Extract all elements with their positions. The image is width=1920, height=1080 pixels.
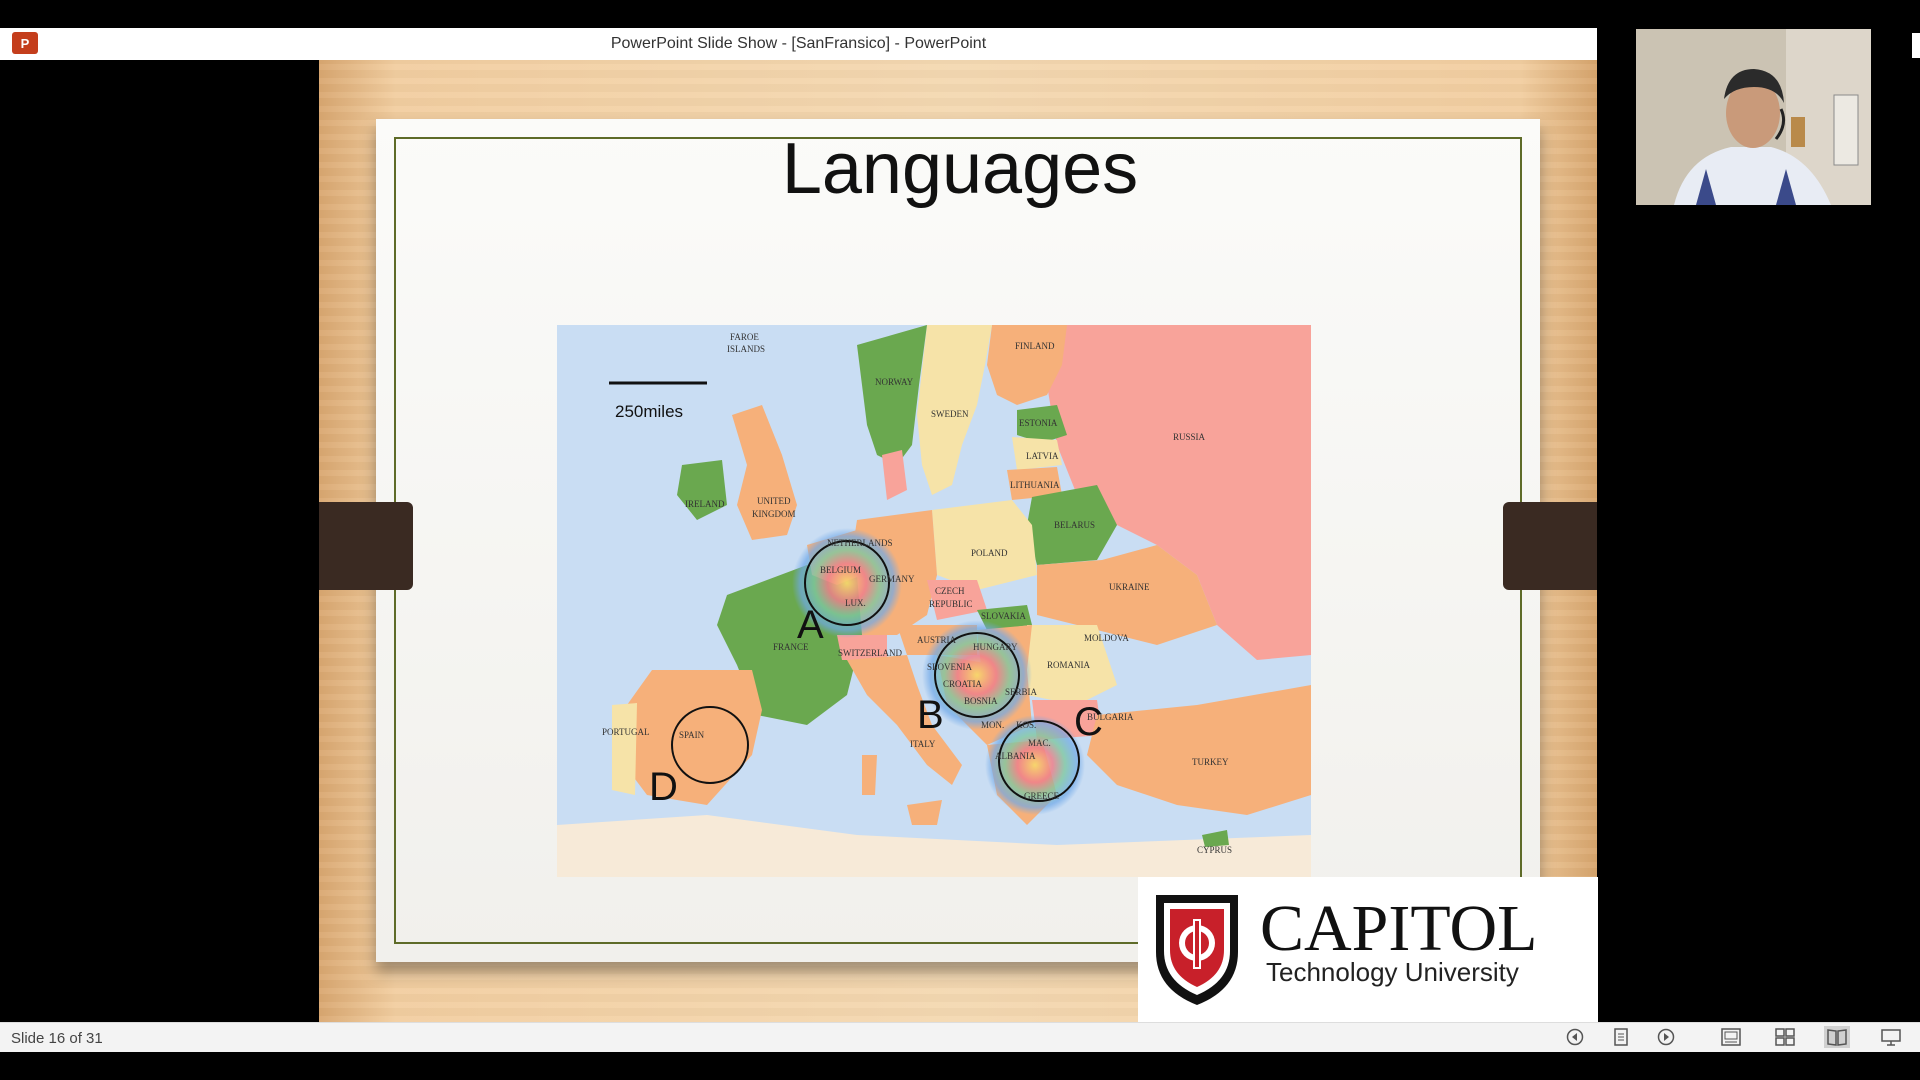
normal-view-icon[interactable] <box>1718 1026 1744 1048</box>
label-uk-2: KINGDOM <box>752 509 796 519</box>
label-belgium: BELGIUM <box>820 565 861 575</box>
label-mon: MON. <box>981 720 1004 730</box>
europe-language-map: 250miles FAROE ISLANDS NORWAY SWEDEN FIN… <box>557 325 1311 877</box>
label-ireland: IRELAND <box>685 499 725 509</box>
label-sweden: SWEDEN <box>931 409 969 419</box>
label-mac: MAC. <box>1028 738 1051 748</box>
slide-title: Languages <box>781 129 1139 209</box>
label-latvia: LATVIA <box>1026 451 1059 461</box>
label-slovenia: SLOVENIA <box>927 662 972 672</box>
label-kos: KOS. <box>1016 720 1036 730</box>
logo-name: CAPITOL <box>1260 892 1537 965</box>
label-lithuania: LITHUANIA <box>1010 480 1060 490</box>
label-czech-1: CZECH <box>935 586 965 596</box>
label-cyprus: CYPRUS <box>1197 845 1232 855</box>
region-sardinia <box>862 755 877 795</box>
right-clip <box>1503 502 1597 590</box>
next-icon[interactable] <box>1653 1026 1679 1048</box>
shield-icon <box>1156 895 1238 1005</box>
label-serbia: SERBIA <box>1005 687 1038 697</box>
marker-b: B <box>917 693 944 737</box>
label-belarus: BELARUS <box>1054 520 1095 530</box>
marker-a: A <box>797 603 824 647</box>
label-russia: RUSSIA <box>1173 432 1206 442</box>
edge-mark <box>1912 33 1920 58</box>
capitol-logo: CAPITOL Technology University <box>1138 877 1598 1022</box>
slideshow-icon[interactable] <box>1878 1026 1904 1048</box>
status-bar: Slide 16 of 31 <box>0 1022 1920 1052</box>
label-croatia: CROATIA <box>943 679 983 689</box>
title-bar: P PowerPoint Slide Show - [SanFransico] … <box>0 28 1597 60</box>
label-turkey: TURKEY <box>1192 757 1229 767</box>
slide-sorter-icon[interactable] <box>1772 1026 1798 1048</box>
scale-label: 250miles <box>615 402 683 421</box>
label-austria: AUSTRIA <box>917 635 957 645</box>
label-norway: NORWAY <box>875 377 914 387</box>
region-poland <box>932 500 1037 590</box>
label-poland: POLAND <box>971 548 1008 558</box>
screen: P PowerPoint Slide Show - [SanFransico] … <box>0 0 1920 1080</box>
label-finland: FINLAND <box>1015 341 1055 351</box>
slide-counter: Slide 16 of 31 <box>11 1030 103 1047</box>
notes-icon[interactable] <box>1608 1026 1634 1048</box>
label-bosnia: BOSNIA <box>964 696 998 706</box>
label-spain: SPAIN <box>679 730 705 740</box>
label-ukraine: UKRAINE <box>1109 582 1150 592</box>
label-hungary: HUNGARY <box>973 642 1018 652</box>
label-portugal: PORTUGAL <box>602 727 649 737</box>
label-slovakia: SLOVAKIA <box>981 611 1026 621</box>
label-faroe-1: FAROE <box>730 332 759 342</box>
label-netherlands: NETHERLANDS <box>827 538 893 548</box>
label-moldova: MOLDOVA <box>1084 633 1129 643</box>
label-czech-2: REPUBLIC <box>929 599 973 609</box>
label-germany: GERMANY <box>869 574 915 584</box>
region-portugal <box>612 703 637 795</box>
marker-d: D <box>649 765 678 809</box>
left-clip <box>319 502 413 590</box>
label-romania: ROMANIA <box>1047 660 1091 670</box>
label-faroe-2: ISLANDS <box>727 344 765 354</box>
window-title: PowerPoint Slide Show - [SanFransico] - … <box>610 35 987 52</box>
logo-subtitle: Technology University <box>1266 957 1519 987</box>
label-greece: GREECE <box>1024 791 1060 801</box>
label-switzerland: SWITZERLAND <box>838 648 902 658</box>
label-albania: ALBANIA <box>995 751 1036 761</box>
previous-icon[interactable] <box>1562 1026 1588 1048</box>
label-uk-1: UNITED <box>757 496 791 506</box>
label-italy: ITALY <box>910 739 936 749</box>
marker-c: C <box>1074 700 1103 744</box>
label-estonia: ESTONIA <box>1019 418 1058 428</box>
reading-view-icon[interactable] <box>1824 1026 1850 1048</box>
label-lux: LUX. <box>845 598 866 608</box>
